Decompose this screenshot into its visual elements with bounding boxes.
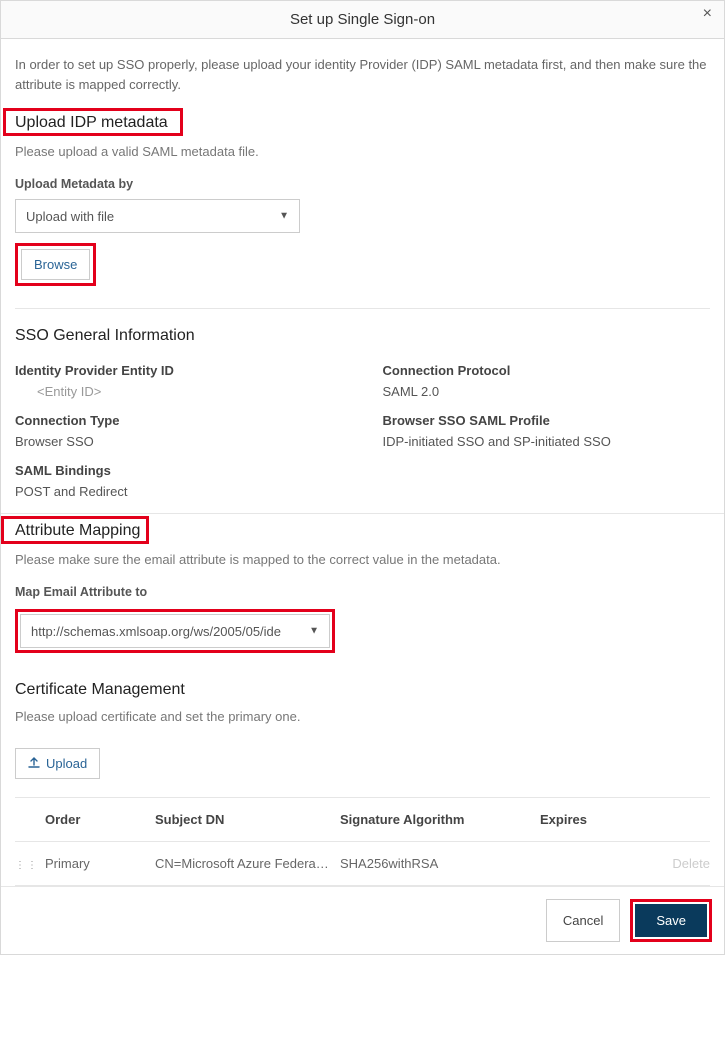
protocol-block: Connection Protocol SAML 2.0	[383, 363, 711, 399]
attribute-mapping-section: Attribute Mapping Please make sure the e…	[1, 513, 724, 653]
map-label: Map Email Attribute to	[15, 585, 710, 599]
cert-table-row: ⋮⋮ Primary CN=Microsoft Azure Federa… SH…	[15, 842, 710, 885]
col-expires: Expires	[540, 812, 650, 827]
entity-id-value: <Entity ID>	[15, 384, 343, 399]
highlight-save: Save	[630, 899, 712, 942]
dialog-header: Set up Single Sign-on ×	[1, 1, 724, 39]
upload-icon	[28, 756, 40, 771]
conn-type-block: Connection Type Browser SSO	[15, 413, 343, 449]
highlight-map-select: http://schemas.xmlsoap.org/ws/2005/05/id…	[15, 609, 335, 653]
bindings-block: SAML Bindings POST and Redirect	[15, 463, 343, 499]
upload-method-select[interactable]: Upload with file ▼	[15, 199, 300, 233]
cert-subtext: Please upload certificate and set the pr…	[15, 709, 710, 724]
cell-order: Primary	[45, 856, 155, 871]
upload-heading: Upload IDP metadata	[15, 114, 168, 132]
map-email-select[interactable]: http://schemas.xmlsoap.org/ws/2005/05/id…	[20, 614, 330, 648]
close-button[interactable]: ×	[699, 5, 716, 23]
bindings-label: SAML Bindings	[15, 463, 343, 478]
chevron-down-icon: ▼	[309, 626, 319, 637]
protocol-value: SAML 2.0	[383, 384, 711, 399]
col-algorithm: Signature Algorithm	[340, 812, 540, 827]
col-subject: Subject DN	[155, 812, 340, 827]
attr-subtext: Please make sure the email attribute is …	[15, 552, 710, 567]
highlight-browse: Browse	[15, 243, 96, 286]
dialog-footer: Cancel Save	[1, 886, 724, 954]
entity-id-label: Identity Provider Entity ID	[15, 363, 343, 378]
browse-button[interactable]: Browse	[21, 249, 90, 280]
cell-subject: CN=Microsoft Azure Federa…	[155, 856, 340, 871]
upload-subtext: Please upload a valid SAML metadata file…	[15, 144, 710, 159]
intro-text: In order to set up SSO properly, please …	[15, 55, 710, 94]
cert-upload-button[interactable]: Upload	[15, 748, 100, 779]
col-order: Order	[45, 812, 155, 827]
cell-algorithm: SHA256withRSA	[340, 856, 540, 871]
divider	[15, 308, 710, 309]
conn-type-label: Connection Type	[15, 413, 343, 428]
cert-table: Order Subject DN Signature Algorithm Exp…	[15, 797, 710, 886]
sso-setup-dialog: Set up Single Sign-on × In order to set …	[0, 0, 725, 955]
upload-idp-section: Upload IDP metadata Please upload a vali…	[15, 114, 710, 286]
upload-method-label: Upload Metadata by	[15, 177, 710, 191]
profile-block: Browser SSO SAML Profile IDP-initiated S…	[383, 413, 711, 449]
chevron-down-icon: ▼	[279, 211, 289, 222]
profile-value: IDP-initiated SSO and SP-initiated SSO	[383, 434, 711, 449]
upload-method-selected: Upload with file	[26, 209, 114, 224]
dialog-body: In order to set up SSO properly, please …	[1, 39, 724, 886]
general-info-grid: Identity Provider Entity ID <Entity ID> …	[15, 363, 710, 513]
cancel-button[interactable]: Cancel	[546, 899, 620, 942]
dialog-title: Set up Single Sign-on	[290, 11, 435, 28]
general-info-heading: SSO General Information	[15, 327, 195, 345]
protocol-label: Connection Protocol	[383, 363, 711, 378]
drag-handle-icon[interactable]: ⋮⋮	[15, 864, 39, 868]
save-button[interactable]: Save	[635, 904, 707, 937]
cert-table-header: Order Subject DN Signature Algorithm Exp…	[15, 798, 710, 842]
map-email-selected: http://schemas.xmlsoap.org/ws/2005/05/id…	[31, 624, 301, 639]
bindings-value: POST and Redirect	[15, 484, 343, 499]
entity-id-block: Identity Provider Entity ID <Entity ID>	[15, 363, 343, 399]
attr-heading: Attribute Mapping	[15, 522, 140, 540]
conn-type-value: Browser SSO	[15, 434, 343, 449]
profile-label: Browser SSO SAML Profile	[383, 413, 711, 428]
delete-cert-link[interactable]: Delete	[650, 856, 710, 871]
cert-heading: Certificate Management	[15, 681, 710, 699]
cert-upload-label: Upload	[46, 756, 87, 771]
